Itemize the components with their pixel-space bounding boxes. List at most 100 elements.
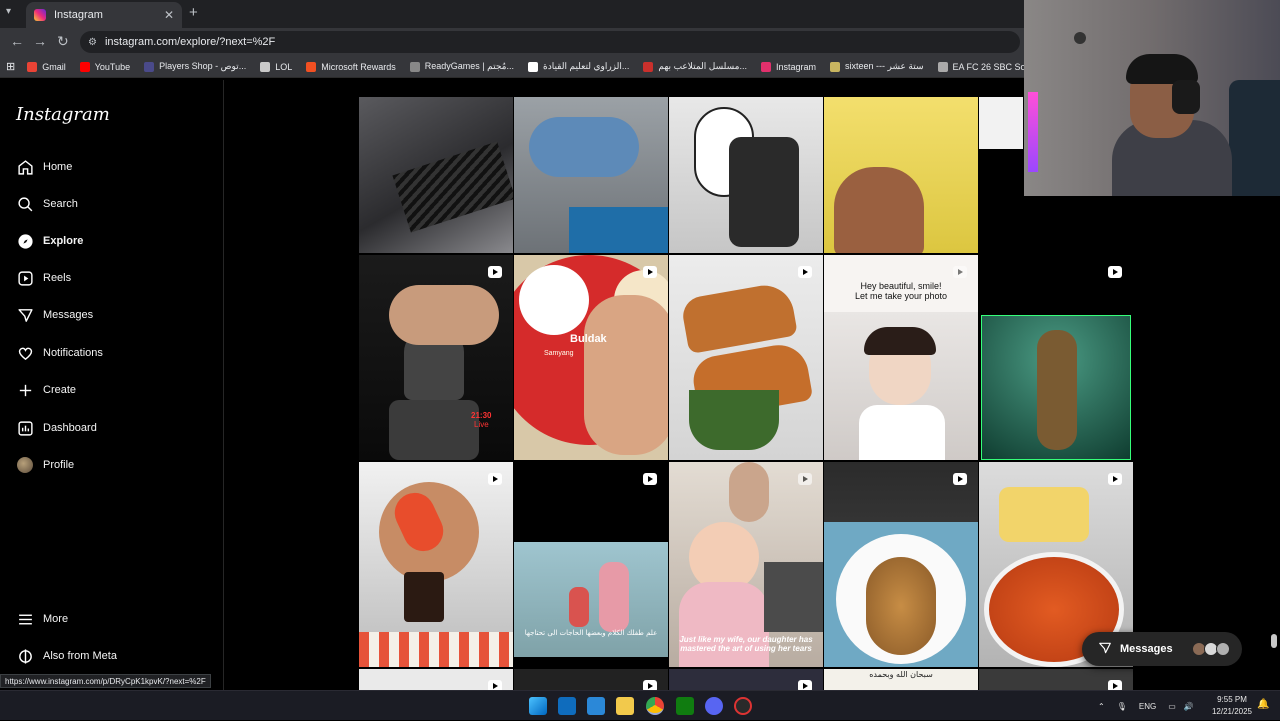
bookmark-favicon-icon [937,61,948,72]
page-scrollbar-thumb[interactable] [1271,634,1277,648]
reload-icon[interactable]: ↻ [57,33,69,50]
explore-post[interactable] [979,255,1133,460]
reel-icon [1108,680,1122,690]
bookmark-item[interactable]: ReadyGames | مُجتم... [409,61,514,72]
store-icon[interactable] [587,697,605,715]
wife-caption: Just like my wife, our daughter has mast… [679,635,813,653]
explore-post[interactable]: 21:30 Live [359,255,513,460]
taskbar-clock[interactable]: 9:55 PM 12/21/2025 [1204,694,1260,718]
explore-post[interactable] [979,669,1133,690]
messages-icon [16,306,34,324]
link-status-url: https://www.instagram.com/p/DRyCpK1kpvK/… [0,674,211,688]
bookmark-item[interactable]: Microsoft Rewards [306,61,396,72]
language-indicator[interactable]: ENG [1139,702,1156,711]
tab-search-chevron-icon[interactable]: ▾ [6,6,11,17]
bookmark-favicon-icon [761,61,771,72]
messages-floating-button[interactable]: Messages [1082,632,1242,666]
bookmark-item[interactable]: Instagram [761,61,816,72]
explore-post[interactable]: علم طفلك الكلام وبعضها الحاجات الى تحتاج… [514,462,668,667]
nav-search-label: Search [43,198,78,210]
bookmark-item[interactable]: YouTube [79,61,131,72]
reel-icon [488,266,502,278]
explore-post[interactable] [669,97,823,253]
file-explorer-icon[interactable] [616,697,634,715]
network-icon[interactable]: ▭ [1168,702,1176,711]
explore-post[interactable] [824,462,978,667]
volume-icon[interactable]: 🔊 [1184,702,1194,711]
meta-grid-icon [16,647,34,665]
messages-send-icon [1098,641,1112,658]
bookmark-item[interactable]: مسلسل المتلاعب بهم... [643,61,747,72]
heart-icon [16,344,34,362]
tray-chevron-icon[interactable]: ⌃ [1098,702,1105,711]
explore-post[interactable] [824,97,978,253]
apps-grid-icon[interactable]: ⊞ [6,60,15,73]
nav-explore[interactable]: Explore [16,229,83,253]
bookmark-favicon-icon [27,61,38,72]
gaming-chair-image [1229,80,1280,196]
app-icon[interactable] [734,697,752,715]
bookmark-item[interactable]: الزراوي لتعليم القيادة... [527,61,629,72]
explore-post[interactable] [514,97,668,253]
nav-messages[interactable]: Messages [16,303,93,327]
bookmark-item[interactable]: Players Shop - توص... [144,61,246,72]
clock-date: 12/21/2025 [1211,707,1253,716]
profile-avatar-wrap [16,456,34,474]
bookmark-item[interactable]: Gmail [27,61,66,72]
forward-arrow-icon[interactable]: → [33,33,47,49]
bookmark-favicon-icon [306,61,317,72]
explore-post[interactable]: Just like my wife, our daughter has mast… [669,462,823,667]
explore-post[interactable] [669,255,823,460]
chrome-icon[interactable] [646,697,664,715]
nav-create[interactable]: Create [16,378,76,402]
notification-bell-icon[interactable]: 🔔 [1257,699,1269,710]
address-bar[interactable]: ⚙ instagram.com/explore/?next=%2F [80,31,1020,53]
home-icon [16,158,34,176]
reel-icon [488,680,502,690]
reel-icon [1108,473,1122,485]
nav-profile[interactable]: Profile [16,453,74,477]
nav-reels-label: Reels [43,272,72,284]
reel-icon [643,473,657,485]
explore-post[interactable] [669,669,823,690]
explore-post[interactable] [359,669,513,690]
site-info-icon[interactable]: ⚙ [88,37,97,48]
nav-notifications[interactable]: Notifications [16,341,103,365]
nav-reels[interactable]: Reels [16,266,71,290]
explore-post[interactable]: Hey beautiful, smile! Let me take your p… [824,255,978,460]
explore-post[interactable] [514,669,668,690]
microphone-icon[interactable]: 🎙 [1117,702,1127,711]
bookmark-label: LOL [275,61,293,72]
nav-also-from-meta[interactable]: Also from Meta [16,644,117,668]
browser-tab[interactable]: Instagram ✕ [26,2,182,28]
explore-post[interactable] [359,462,513,667]
nav-notifications-label: Notifications [43,347,103,359]
bookmark-item[interactable]: LOL [260,61,292,72]
nav-home[interactable]: Home [16,155,72,179]
tab-close-button[interactable]: ✕ [164,8,174,22]
bookmark-item[interactable]: sixteen --- ستة عشر [830,61,924,72]
bookmark-label: YouTube [94,61,131,72]
nav-dashboard-label: Dashboard [43,422,97,434]
outlook-icon[interactable] [558,697,576,715]
explore-post[interactable]: Buldak Samyang [514,255,668,460]
explore-post[interactable] [979,97,1023,149]
nav-more[interactable]: More [16,607,68,631]
bookmark-label: Gmail [42,61,66,72]
nav-dashboard[interactable]: Dashboard [16,416,97,440]
xbox-icon[interactable] [676,697,694,715]
explore-post[interactable] [359,97,513,253]
reel-icon [488,473,502,485]
back-arrow-icon[interactable]: ← [10,33,24,49]
reel-icon [798,266,812,278]
instagram-logo[interactable]: Instagram [16,104,110,125]
new-tab-button[interactable]: + [189,4,198,21]
explore-post[interactable]: سبحان الله وبحمده [824,669,978,690]
windows-start-icon[interactable] [529,697,547,715]
discord-icon[interactable] [705,697,723,715]
clock-time: 9:55 PM [1217,695,1247,704]
reel-icon [798,473,812,485]
buldak-label: Buldak [570,333,607,345]
samyang-label: Samyang [544,350,574,357]
nav-search[interactable]: Search [16,192,78,216]
